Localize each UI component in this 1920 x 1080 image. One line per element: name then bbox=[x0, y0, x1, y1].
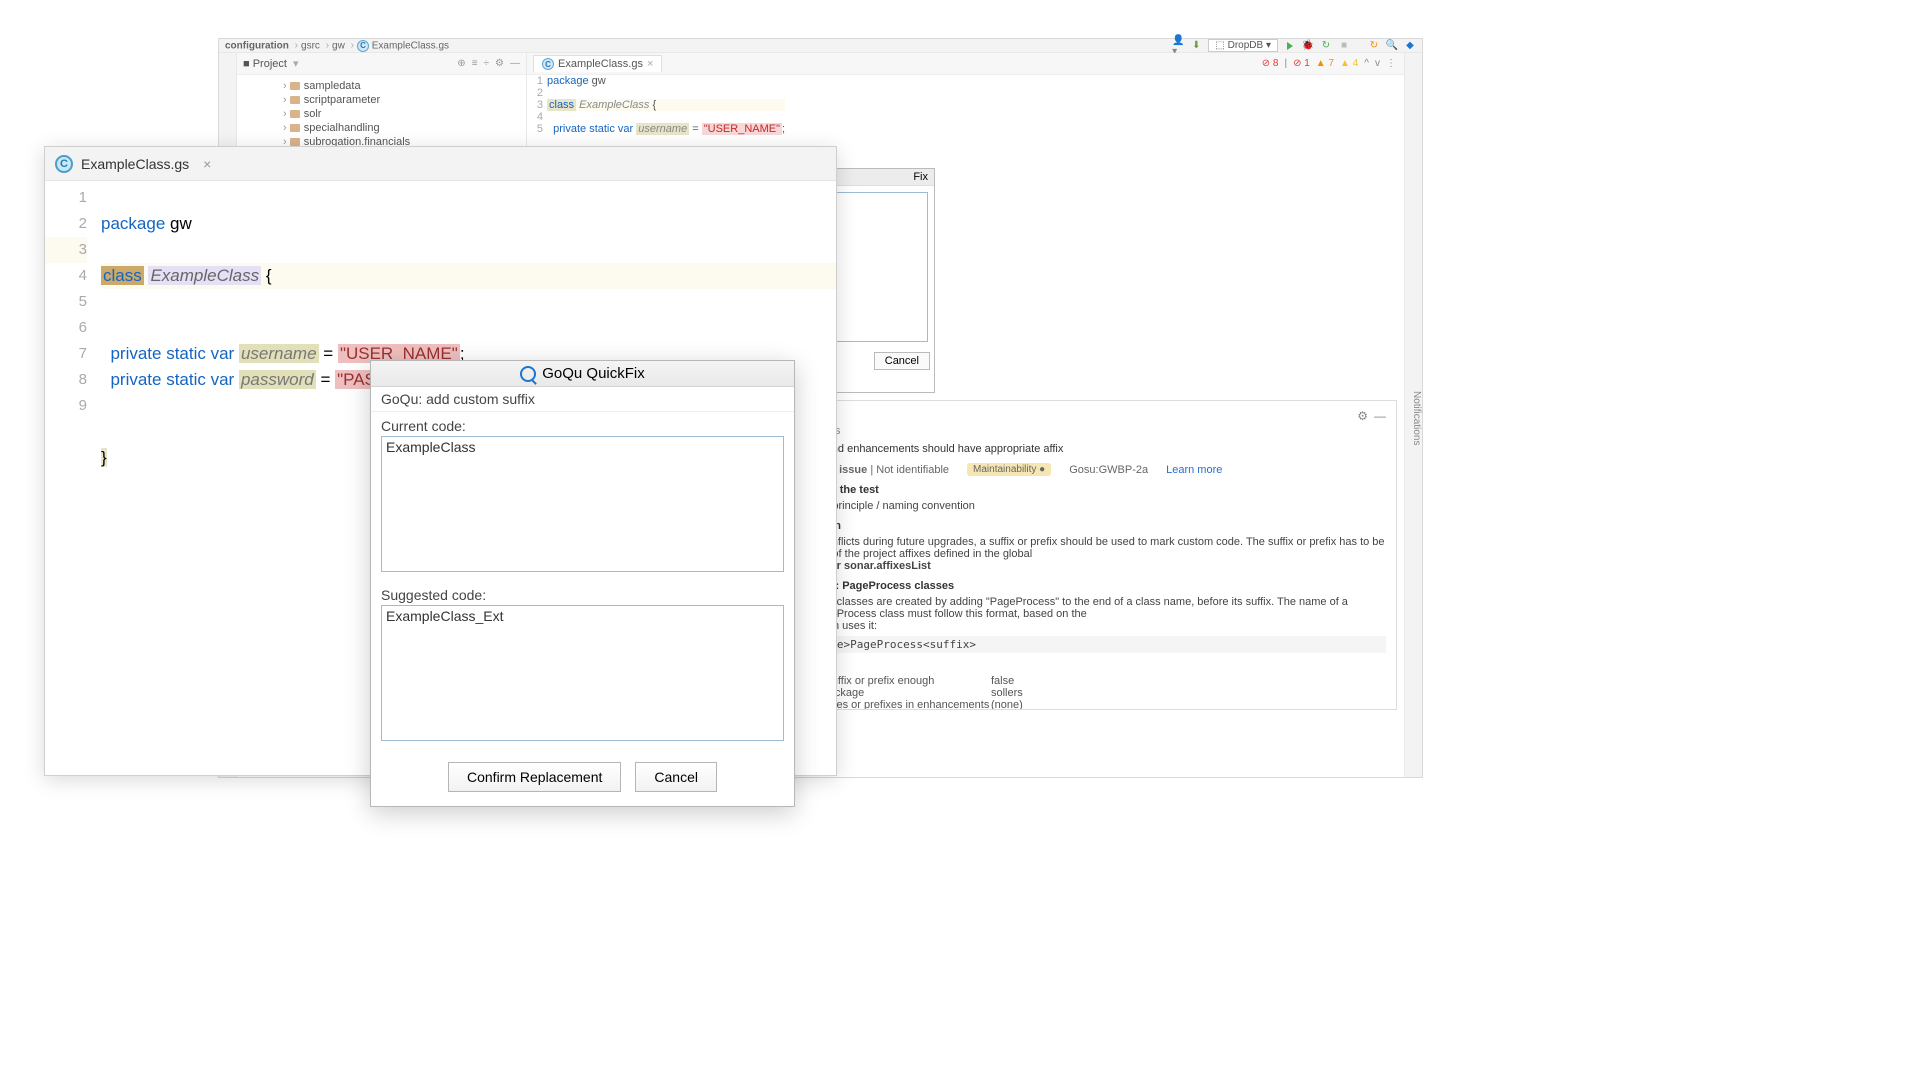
inspection-tab[interactable]: ations bbox=[811, 425, 1386, 437]
tree-item[interactable]: specialhandling bbox=[283, 121, 526, 135]
run-config-dropdown[interactable]: ⬚ DropDB ▾ bbox=[1208, 39, 1278, 52]
sonar-inspection-panel: ⚙ — ations es and enhancements should ha… bbox=[800, 400, 1397, 710]
section-body: eral principle / naming convention bbox=[811, 500, 1386, 512]
collapse-icon[interactable]: ⊕ bbox=[457, 58, 465, 69]
section-heading: se of the test bbox=[811, 484, 1386, 496]
breadcrumb[interactable]: configuration gsrc gw C ExampleClass.gs bbox=[225, 40, 449, 52]
file-type-icon: C bbox=[55, 155, 73, 173]
params-heading: rs bbox=[811, 657, 1386, 669]
section-body: cess classes are created by adding "Page… bbox=[811, 596, 1386, 632]
tab-label: ExampleClass.gs bbox=[558, 58, 643, 70]
user-icon[interactable]: 👤▾ bbox=[1172, 40, 1184, 52]
rule-id: Gosu:GWBP-2a bbox=[1069, 464, 1148, 476]
confirm-replacement-button[interactable]: Confirm Replacement bbox=[448, 762, 621, 792]
run-icon[interactable] bbox=[1284, 40, 1296, 52]
goqu-logo-icon bbox=[520, 366, 536, 382]
stop-icon[interactable]: ■ bbox=[1338, 40, 1350, 52]
build-icon[interactable]: ⬇ bbox=[1190, 40, 1202, 52]
file-type-icon: C bbox=[357, 40, 369, 52]
close-tab-icon[interactable]: × bbox=[647, 58, 653, 70]
debug-icon[interactable]: 🐞 bbox=[1302, 40, 1314, 52]
bg-cancel-button[interactable]: Cancel bbox=[874, 352, 930, 370]
small-code[interactable]: package gw class ExampleClass { private … bbox=[547, 75, 785, 135]
rerun-icon[interactable]: ↻ bbox=[1320, 40, 1332, 52]
crumb-root[interactable]: configuration bbox=[225, 40, 289, 51]
suggested-code-box[interactable] bbox=[381, 605, 784, 741]
section-body: d conflicts during future upgrades, a su… bbox=[811, 536, 1386, 572]
tree-item[interactable]: solr bbox=[283, 107, 526, 121]
cancel-button[interactable]: Cancel bbox=[635, 762, 717, 792]
panel-hide-icon[interactable]: — bbox=[1374, 409, 1386, 423]
small-gutter: 12345 bbox=[527, 75, 547, 135]
close-tab-icon[interactable]: × bbox=[203, 156, 211, 172]
crumb-c[interactable]: gw bbox=[332, 40, 345, 51]
editor-tab[interactable]: C ExampleClass.gs × bbox=[533, 55, 662, 72]
hide-panel-icon[interactable]: — bbox=[510, 58, 520, 69]
small-editor[interactable]: 12345 package gw class ExampleClass { pr… bbox=[527, 75, 1404, 135]
learn-more-link[interactable]: Learn more bbox=[1166, 464, 1222, 476]
editor-menu-icon[interactable]: ⋮ bbox=[1386, 58, 1396, 69]
toolbar-right: 👤▾ ⬇ ⬚ DropDB ▾ 🐞 ↻ ■ ↻ 🔍 ◆ bbox=[1172, 39, 1416, 52]
search-icon[interactable]: 🔍 bbox=[1386, 40, 1398, 52]
fg-tab-label: ExampleClass.gs bbox=[81, 156, 189, 172]
file-type-icon: C bbox=[542, 58, 554, 70]
fg-tab-bar: C ExampleClass.gs × bbox=[45, 147, 836, 181]
suggested-code-label: Suggested code: bbox=[381, 587, 784, 603]
code-snippet: name>PageProcess<suffix> bbox=[811, 636, 1386, 653]
update-icon[interactable]: ↻ bbox=[1368, 40, 1380, 52]
goqu-quickfix-dialog: GoQu QuickFix GoQu: add custom suffix Cu… bbox=[370, 360, 795, 807]
section-heading: iption bbox=[811, 520, 1386, 532]
expand-icon[interactable]: ≡ bbox=[472, 58, 478, 69]
params-table: ge suffix or prefix enoughfalse ct packa… bbox=[811, 675, 1386, 710]
dialog-title: GoQu QuickFix bbox=[371, 361, 794, 387]
problems-summary[interactable]: ⊘ 8 | ⊘ 1 ▲ 7 ▲ 4 ^v ⋮ bbox=[1154, 58, 1404, 69]
dialog-subtitle: GoQu: add custom suffix bbox=[371, 387, 794, 412]
current-code-label: Current code: bbox=[381, 418, 784, 434]
project-label[interactable]: ■ Project bbox=[243, 58, 287, 70]
panel-settings-icon[interactable]: ⚙ bbox=[1357, 409, 1368, 423]
rule-meta: ency issue | Not identifiable Maintainab… bbox=[811, 463, 1386, 476]
crumb-b[interactable]: gsrc bbox=[301, 40, 320, 51]
tree-item[interactable]: sampledata bbox=[283, 79, 526, 93]
settings-icon[interactable]: ◆ bbox=[1404, 40, 1416, 52]
panel-settings-icon[interactable]: ⚙ bbox=[495, 58, 504, 69]
gutter: 12 3 45 67 89 bbox=[45, 181, 101, 501]
project-panel-header: ■ Project ▾ ⊕ ≡ ÷ ⚙ — bbox=[237, 53, 526, 75]
maintainability-badge: Maintainability ● bbox=[967, 463, 1051, 476]
crumb-file[interactable]: ExampleClass.gs bbox=[372, 40, 449, 51]
right-tool-rail[interactable]: Notifications bbox=[1404, 53, 1422, 777]
rule-title: es and enhancements should have appropri… bbox=[811, 443, 1386, 455]
ide-breadcrumb-bar: configuration gsrc gw C ExampleClass.gs … bbox=[219, 39, 1422, 53]
editor-tabs: C ExampleClass.gs × ⊘ 8 | ⊘ 1 ▲ 7 ▲ 4 ^v… bbox=[527, 53, 1404, 75]
tree-item[interactable]: scriptparameter bbox=[283, 93, 526, 107]
section-heading: case: PageProcess classes bbox=[811, 580, 1386, 592]
select-opened-icon[interactable]: ÷ bbox=[484, 58, 490, 69]
current-code-box[interactable] bbox=[381, 436, 784, 572]
